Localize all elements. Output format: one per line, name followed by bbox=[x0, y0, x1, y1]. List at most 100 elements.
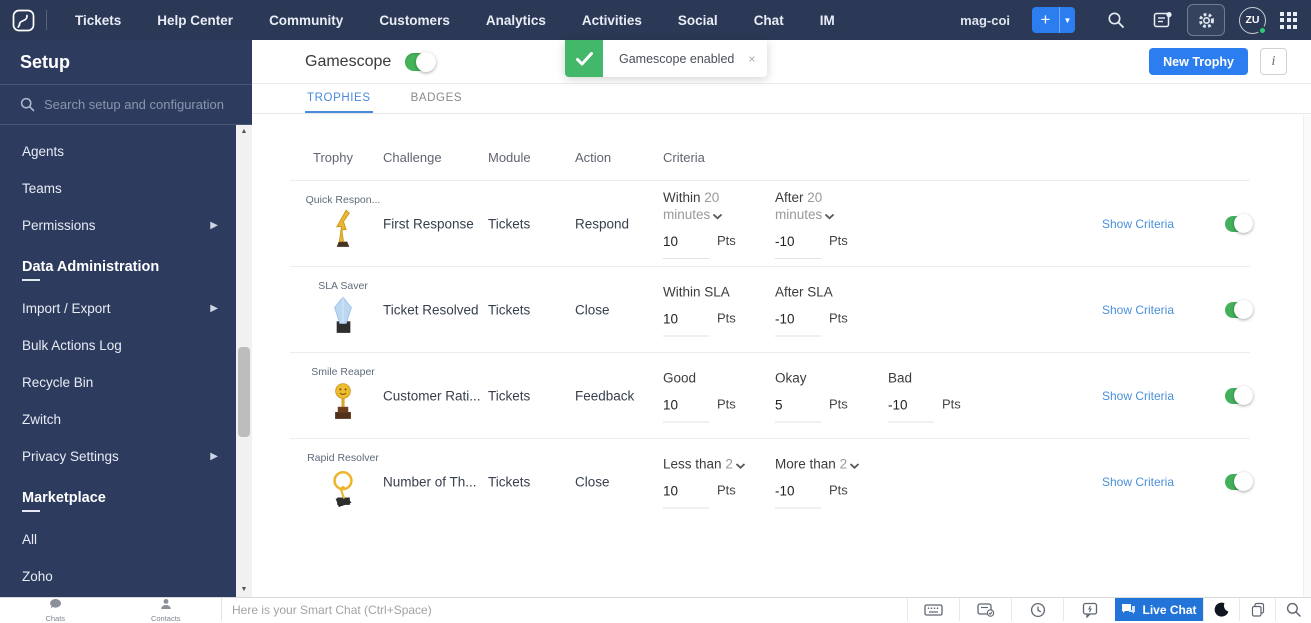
criteria-condition[interactable]: Bad bbox=[888, 369, 994, 386]
user-avatar[interactable]: ZU bbox=[1239, 7, 1266, 34]
quick-create-button[interactable]: + bbox=[1032, 7, 1059, 33]
trophy-enabled-toggle[interactable] bbox=[1225, 216, 1252, 232]
chevron-right-icon: ▶ bbox=[210, 303, 218, 314]
tab-badges[interactable]: BADGES bbox=[409, 92, 465, 113]
criteria-main: Okay bbox=[775, 370, 807, 385]
criteria-unit[interactable]: minutes bbox=[663, 206, 769, 223]
points-input[interactable]: 10 bbox=[663, 311, 709, 336]
criteria-condition[interactable]: Good bbox=[663, 369, 769, 386]
points-input[interactable]: -10 bbox=[888, 397, 934, 422]
criteria-value[interactable]: 2 bbox=[840, 456, 848, 471]
smart-chat-bar[interactable] bbox=[222, 598, 907, 621]
scroll-up-arrow-icon[interactable]: ▲ bbox=[236, 125, 252, 139]
tool-night-mode-icon[interactable] bbox=[1203, 598, 1239, 621]
sidebar-item-agents[interactable]: Agents bbox=[0, 133, 236, 170]
tool-copy-icon[interactable] bbox=[1239, 598, 1275, 621]
criteria-condition[interactable]: More than 2 bbox=[775, 455, 881, 472]
sidebar-item-all[interactable]: All bbox=[0, 521, 236, 558]
points-input[interactable]: 10 bbox=[663, 234, 709, 259]
criteria-condition[interactable]: Okay bbox=[775, 369, 881, 386]
nav-item-community[interactable]: Community bbox=[251, 0, 361, 40]
main-scrollbar[interactable] bbox=[1303, 115, 1311, 597]
sidebar-item-zwitch[interactable]: Zwitch bbox=[0, 401, 236, 438]
bottom-tab-contacts[interactable]: Contacts bbox=[111, 598, 222, 621]
setup-search-input[interactable] bbox=[44, 97, 224, 112]
info-button[interactable]: i bbox=[1260, 48, 1287, 75]
trophy-enabled-toggle[interactable] bbox=[1225, 474, 1252, 490]
sidebar-search[interactable] bbox=[0, 85, 252, 125]
tool-feedback-icon[interactable] bbox=[1063, 598, 1115, 621]
show-criteria-link[interactable]: Show Criteria bbox=[1102, 303, 1174, 317]
table-row-smile-reaper: Smile ReaperCustomer Rati...TicketsFeedb… bbox=[290, 352, 1250, 438]
tab-trophies[interactable]: TROPHIES bbox=[305, 92, 373, 113]
points-input[interactable]: -10 bbox=[775, 483, 821, 508]
points-unit-label: Pts bbox=[717, 310, 736, 325]
sidebar-scrollbar[interactable]: ▲ ▼ bbox=[236, 125, 252, 597]
new-trophy-button[interactable]: New Trophy bbox=[1149, 48, 1248, 75]
tool-search-icon[interactable] bbox=[1275, 598, 1311, 621]
nav-item-help-center[interactable]: Help Center bbox=[139, 0, 251, 40]
scroll-down-arrow-icon[interactable]: ▼ bbox=[236, 583, 252, 597]
setup-button[interactable] bbox=[1187, 4, 1225, 36]
nav-item-im[interactable]: IM bbox=[802, 0, 853, 40]
chevron-down-icon[interactable] bbox=[824, 213, 835, 220]
live-chat-button[interactable]: Live Chat bbox=[1115, 598, 1203, 621]
sidebar-item-permissions[interactable]: Permissions▶ bbox=[0, 207, 236, 244]
show-criteria-link[interactable]: Show Criteria bbox=[1102, 217, 1174, 231]
org-name[interactable]: mag-coi bbox=[960, 13, 1010, 28]
tool-ticket-check-icon[interactable] bbox=[959, 598, 1011, 621]
nav-item-activities[interactable]: Activities bbox=[564, 0, 660, 40]
sidebar-item-bulk-actions-log[interactable]: Bulk Actions Log bbox=[0, 327, 236, 364]
points-input[interactable]: 10 bbox=[663, 397, 709, 422]
sidebar-item-label: Import / Export bbox=[22, 301, 111, 316]
chat-tabs: ChatsContacts bbox=[0, 598, 222, 621]
trophy-enabled-toggle[interactable] bbox=[1225, 388, 1252, 404]
show-criteria-link[interactable]: Show Criteria bbox=[1102, 389, 1174, 403]
criteria-condition[interactable]: After SLA bbox=[775, 283, 881, 300]
zoho-desk-logo[interactable] bbox=[0, 9, 46, 32]
nav-item-chat[interactable]: Chat bbox=[736, 0, 802, 40]
sidebar-items: AgentsTeamsPermissions▶ Data Administrati… bbox=[0, 125, 236, 595]
criteria-condition[interactable]: Less than 2 bbox=[663, 455, 769, 472]
gamescope-toggle[interactable] bbox=[405, 53, 435, 71]
toast-close-icon[interactable]: × bbox=[748, 40, 767, 77]
global-search-button[interactable] bbox=[1097, 4, 1135, 36]
points-input[interactable]: -10 bbox=[775, 234, 821, 259]
chevron-down-icon[interactable] bbox=[849, 462, 860, 469]
criteria-condition[interactable]: After 20 bbox=[775, 189, 881, 206]
criteria-condition[interactable]: Within 20 bbox=[663, 189, 769, 206]
bottom-tab-chats[interactable]: Chats bbox=[0, 598, 111, 621]
criteria-unit[interactable]: minutes bbox=[775, 206, 881, 223]
nav-item-tickets[interactable]: Tickets bbox=[57, 0, 139, 40]
nav-item-customers[interactable]: Customers bbox=[361, 0, 468, 40]
diamond-trophy-icon bbox=[300, 295, 386, 340]
points-input[interactable]: 5 bbox=[775, 397, 821, 422]
criteria-condition[interactable]: Within SLA bbox=[663, 283, 769, 300]
chevron-down-icon[interactable] bbox=[712, 213, 723, 220]
nav-item-analytics[interactable]: Analytics bbox=[468, 0, 564, 40]
sidebar-item-teams[interactable]: Teams bbox=[0, 170, 236, 207]
trophy-enabled-toggle[interactable] bbox=[1225, 302, 1252, 318]
points-input[interactable]: 10 bbox=[663, 483, 709, 508]
sidebar-item-zoho[interactable]: Zoho bbox=[0, 558, 236, 595]
scrollbar-thumb[interactable] bbox=[238, 347, 250, 437]
tool-keyboard-icon[interactable] bbox=[907, 598, 959, 621]
apps-grid-icon[interactable] bbox=[1280, 12, 1297, 29]
chevron-down-icon[interactable] bbox=[735, 462, 746, 469]
sidebar-item-recycle-bin[interactable]: Recycle Bin bbox=[0, 364, 236, 401]
sidebar-section-label: Data Administration bbox=[22, 259, 159, 281]
sidebar-item-import-export[interactable]: Import / Export ▶ bbox=[0, 290, 236, 327]
quick-create-caret[interactable]: ▼ bbox=[1059, 7, 1075, 33]
show-criteria-link[interactable]: Show Criteria bbox=[1102, 475, 1174, 489]
zoho-desk-logo-icon bbox=[12, 9, 35, 32]
criteria-value[interactable]: 20 bbox=[807, 190, 822, 205]
sidebar-item-privacy-settings[interactable]: Privacy Settings▶ bbox=[0, 438, 236, 475]
nav-item-social[interactable]: Social bbox=[660, 0, 736, 40]
points-input[interactable]: -10 bbox=[775, 311, 821, 336]
smart-chat-input[interactable] bbox=[222, 603, 907, 617]
points-row: 10Pts bbox=[663, 482, 769, 508]
announcements-button[interactable] bbox=[1143, 4, 1181, 36]
criteria-value[interactable]: 20 bbox=[704, 190, 719, 205]
tool-history-icon[interactable] bbox=[1011, 598, 1063, 621]
criteria-value[interactable]: 2 bbox=[725, 456, 733, 471]
